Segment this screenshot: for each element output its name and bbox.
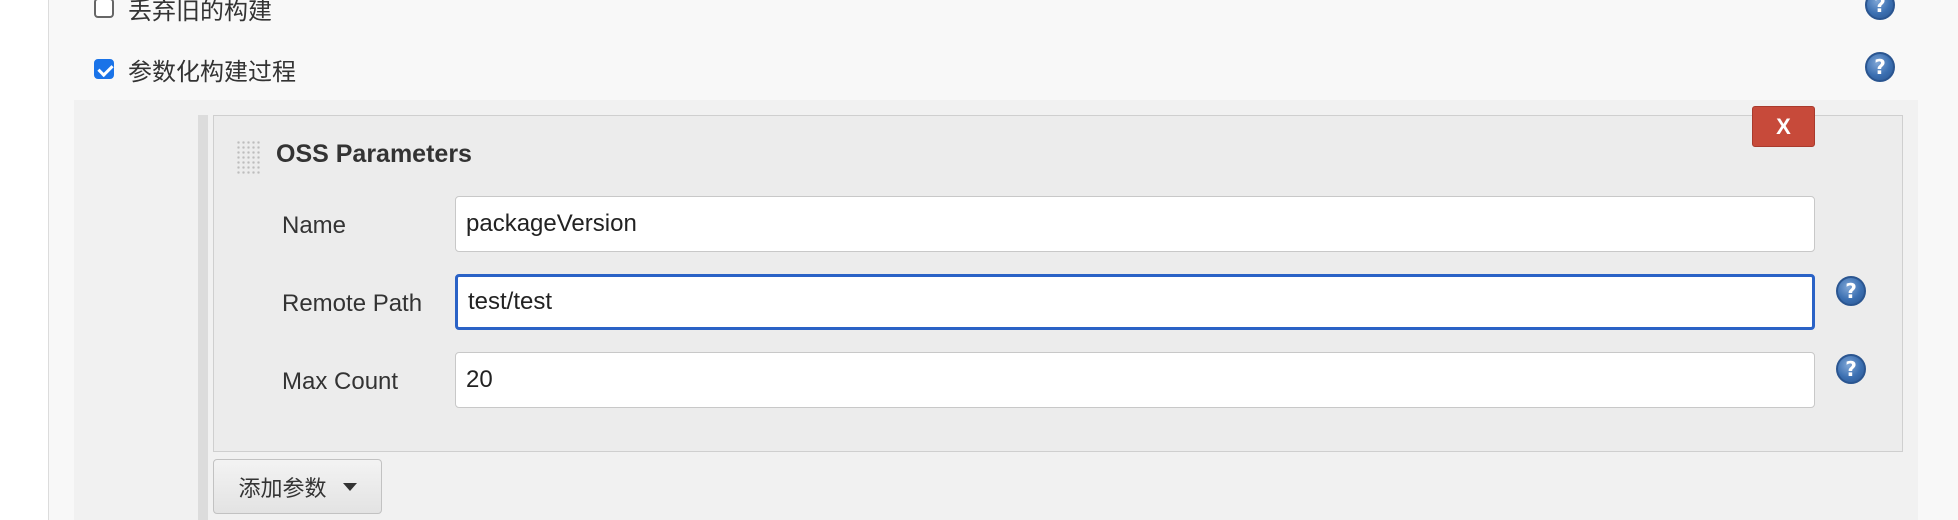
caret-down-icon — [342, 482, 357, 491]
help-icon[interactable]: ? — [1836, 354, 1866, 384]
name-input[interactable] — [455, 196, 1815, 252]
parameterized-build-label: 参数化构建过程 — [128, 58, 296, 86]
discard-old-builds-row: 丢弃旧的构建 — [94, 0, 272, 26]
discard-old-builds-checkbox[interactable] — [94, 0, 114, 18]
remote-path-label: Remote Path — [282, 290, 423, 317]
parameterized-build-checkbox[interactable] — [94, 59, 114, 79]
parameter-title: OSS Parameters — [276, 140, 472, 168]
help-icon[interactable]: ? — [1865, 52, 1895, 82]
help-icon[interactable]: ? — [1836, 276, 1866, 306]
add-parameter-label: 添加参数 — [238, 475, 327, 501]
name-label: Name — [282, 212, 347, 239]
discard-old-builds-label: 丢弃旧的构建 — [128, 0, 272, 25]
delete-parameter-button[interactable]: X — [1752, 106, 1815, 147]
add-parameter-button[interactable]: 添加参数 — [213, 459, 382, 514]
remote-path-input[interactable] — [455, 274, 1815, 330]
max-count-label: Max Count — [282, 368, 399, 395]
parameterized-build-row: 参数化构建过程 — [94, 51, 296, 87]
drag-handle-icon[interactable] — [236, 140, 260, 174]
section-indent-bar — [198, 115, 208, 520]
max-count-input[interactable] — [455, 352, 1815, 408]
